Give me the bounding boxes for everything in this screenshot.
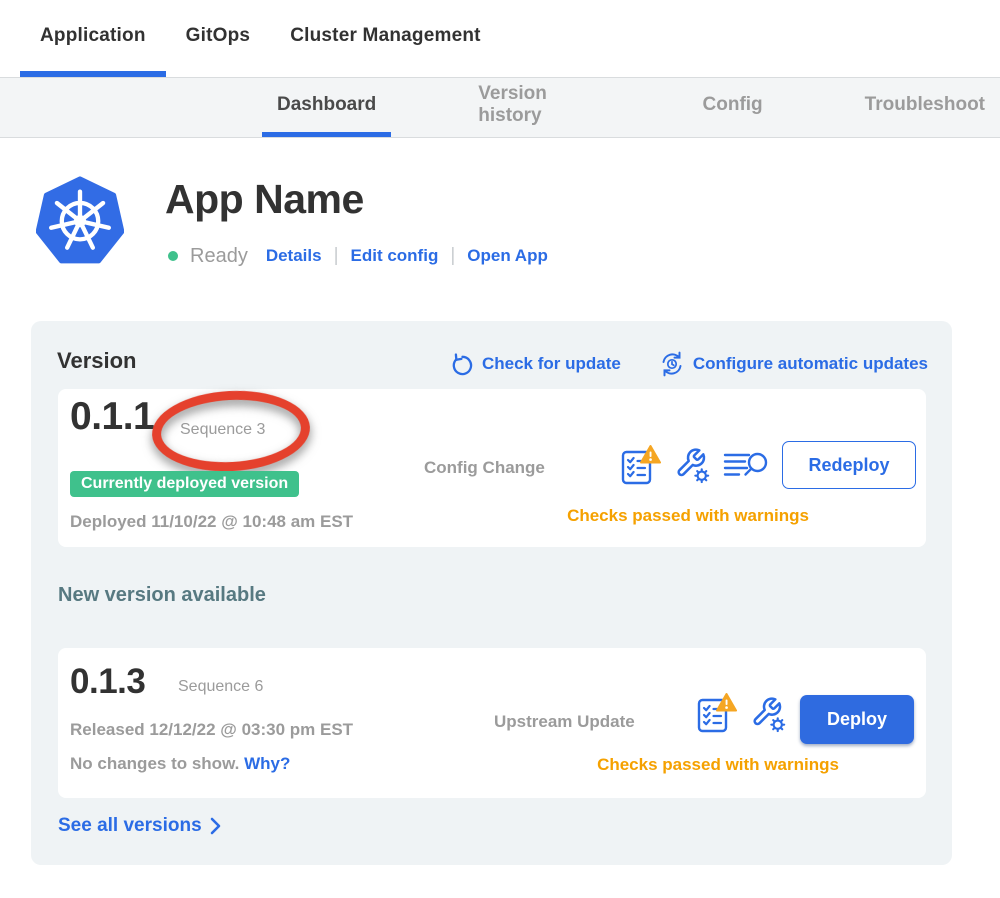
auto-update-icon xyxy=(659,351,685,377)
new-version-number: 0.1.3 xyxy=(70,662,145,702)
deployed-timestamp: Deployed 11/10/22 @ 10:48 am EST xyxy=(70,512,353,532)
app-title: App Name xyxy=(165,176,364,223)
deploy-button[interactable]: Deploy xyxy=(800,695,914,744)
app-status-row: Ready Details | Edit config | Open App xyxy=(168,241,548,271)
primary-nav: Application GitOps Cluster Management xyxy=(0,0,1000,77)
tab-version-history[interactable]: Version history xyxy=(463,78,615,137)
view-files-icon[interactable] xyxy=(723,450,769,481)
tab-troubleshoot[interactable]: Troubleshoot xyxy=(850,78,1000,137)
current-version-sequence: Sequence 3 xyxy=(180,421,265,439)
tab-gitops[interactable]: GitOps xyxy=(166,0,271,77)
configure-automatic-updates-label: Configure automatic updates xyxy=(693,354,928,374)
see-all-versions-label: See all versions xyxy=(58,815,202,837)
current-version-icon-row: Redeploy xyxy=(620,441,916,489)
config-wrench-icon[interactable] xyxy=(674,446,710,484)
currently-deployed-badge: Currently deployed version xyxy=(70,471,299,497)
version-source-label: Config Change xyxy=(424,458,545,478)
config-wrench-icon[interactable] xyxy=(750,695,786,733)
configure-automatic-updates-link[interactable]: Configure automatic updates xyxy=(659,351,928,377)
see-all-versions-link[interactable]: See all versions xyxy=(58,815,221,837)
changes-line: No changes to show. Why? xyxy=(70,754,290,774)
why-link[interactable]: Why? xyxy=(244,754,290,773)
version-panel: Version Check for update xyxy=(31,321,952,865)
open-app-link[interactable]: Open App xyxy=(467,246,548,266)
divider: | xyxy=(334,245,339,267)
tab-cluster-management[interactable]: Cluster Management xyxy=(270,0,500,77)
redeploy-button[interactable]: Redeploy xyxy=(782,441,916,489)
preflight-checks-status[interactable]: Checks passed with warnings xyxy=(478,755,958,775)
no-changes-text: No changes to show. xyxy=(70,754,239,773)
edit-config-link[interactable]: Edit config xyxy=(351,246,439,266)
check-for-update-label: Check for update xyxy=(482,354,621,374)
version-heading: Version xyxy=(57,348,136,374)
chevron-right-icon xyxy=(210,817,221,835)
kubernetes-logo xyxy=(36,176,124,268)
preflight-checks-status[interactable]: Checks passed with warnings xyxy=(438,506,938,526)
tab-dashboard[interactable]: Dashboard xyxy=(262,78,391,137)
new-version-sequence: Sequence 6 xyxy=(178,678,263,696)
new-version-icon-row xyxy=(696,692,786,735)
divider: | xyxy=(450,245,455,267)
released-timestamp: Released 12/12/22 @ 03:30 pm EST xyxy=(70,720,353,740)
tab-application[interactable]: Application xyxy=(20,0,166,77)
version-actions: Check for update Configure automatic upd… xyxy=(451,351,928,377)
new-version-card: 0.1.3 Sequence 6 Released 12/12/22 @ 03:… xyxy=(58,648,926,798)
status-dot xyxy=(168,251,178,261)
preflight-checklist-icon[interactable] xyxy=(696,692,737,735)
current-version-card: 0.1.1 Sequence 3 Currently deployed vers… xyxy=(58,389,926,547)
preflight-checklist-icon[interactable] xyxy=(620,444,661,487)
tab-config[interactable]: Config xyxy=(688,78,778,137)
app-status: Ready xyxy=(190,245,248,268)
new-version-heading: New version available xyxy=(58,584,266,607)
current-version-number: 0.1.1 xyxy=(70,395,154,439)
app-subnav: Dashboard Version history Config Trouble… xyxy=(0,77,1000,138)
details-link[interactable]: Details xyxy=(266,246,322,266)
check-update-icon xyxy=(451,353,474,376)
version-source-label: Upstream Update xyxy=(494,712,635,732)
check-for-update-link[interactable]: Check for update xyxy=(451,353,621,376)
